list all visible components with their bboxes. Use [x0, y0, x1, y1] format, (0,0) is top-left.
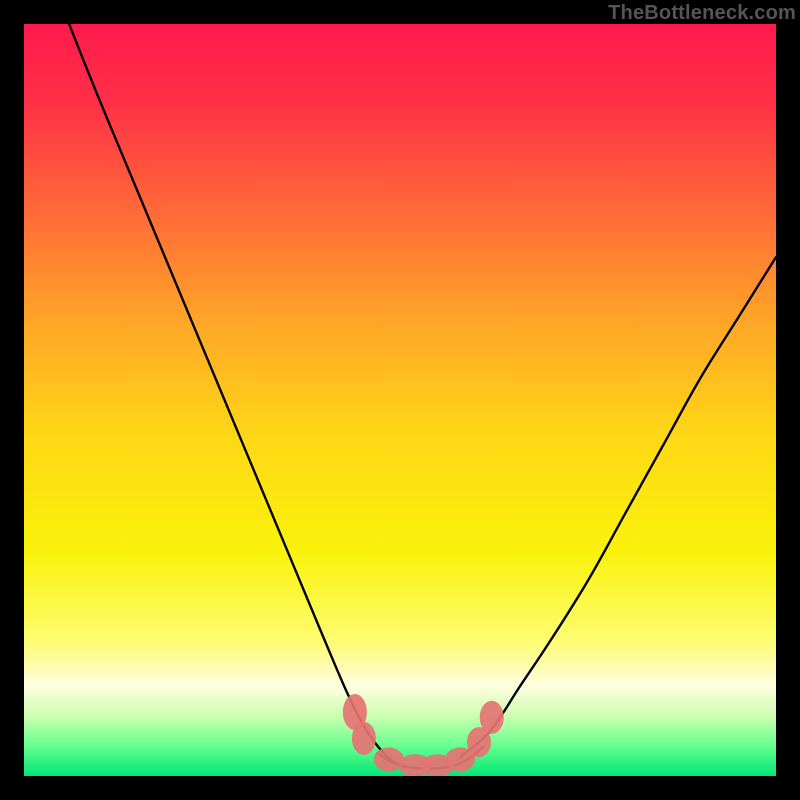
chart-plot — [24, 24, 776, 776]
chart-frame: TheBottleneck.com — [0, 0, 800, 800]
valley-blob-1 — [352, 722, 376, 755]
valley-blob-7 — [480, 701, 504, 734]
gradient-background — [24, 24, 776, 776]
watermark-text: TheBottleneck.com — [608, 2, 796, 25]
